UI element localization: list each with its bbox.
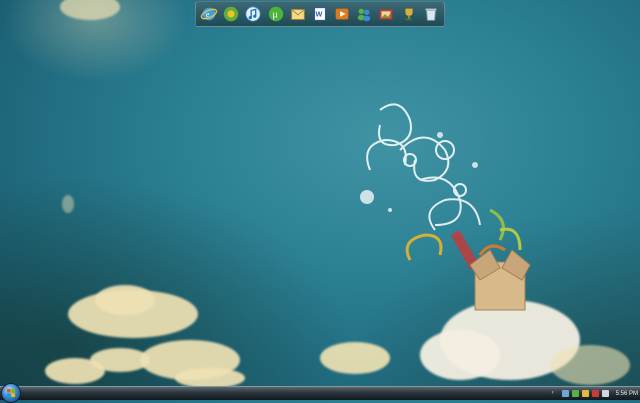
mail-icon[interactable] bbox=[289, 5, 307, 23]
swirl-illustration bbox=[360, 103, 531, 311]
itunes-icon[interactable] bbox=[244, 5, 262, 23]
system-tray: ‹ 5:56 PM bbox=[552, 388, 638, 399]
icon-dock: e µ W bbox=[195, 1, 445, 27]
photo-icon[interactable] bbox=[377, 5, 395, 23]
svg-text:µ: µ bbox=[272, 10, 277, 20]
messenger-tray-icon[interactable] bbox=[571, 390, 579, 397]
trophy-icon[interactable] bbox=[400, 5, 418, 23]
media-player-icon[interactable] bbox=[333, 5, 351, 23]
volume-icon[interactable] bbox=[601, 390, 609, 397]
utorrent-icon[interactable]: µ bbox=[267, 5, 285, 23]
desktop-wallpaper: e µ W bbox=[0, 0, 640, 386]
svg-text:e: e bbox=[206, 10, 210, 19]
update-icon[interactable] bbox=[581, 390, 589, 397]
antivirus-icon[interactable] bbox=[591, 390, 599, 397]
word-icon[interactable]: W bbox=[311, 5, 329, 23]
taskbar: ‹ 5:56 PM bbox=[0, 383, 640, 403]
ie-icon[interactable]: e bbox=[200, 5, 218, 23]
start-button[interactable] bbox=[1, 383, 21, 403]
svg-text:W: W bbox=[315, 10, 322, 19]
windows-orb-icon bbox=[7, 389, 15, 397]
tray-chevron-icon[interactable]: ‹ bbox=[552, 390, 559, 397]
games-icon[interactable] bbox=[222, 5, 240, 23]
recycle-bin-icon[interactable] bbox=[422, 5, 440, 23]
messenger-icon[interactable] bbox=[355, 5, 373, 23]
network-icon[interactable] bbox=[561, 390, 569, 397]
taskbar-clock[interactable]: 5:56 PM bbox=[616, 391, 638, 397]
